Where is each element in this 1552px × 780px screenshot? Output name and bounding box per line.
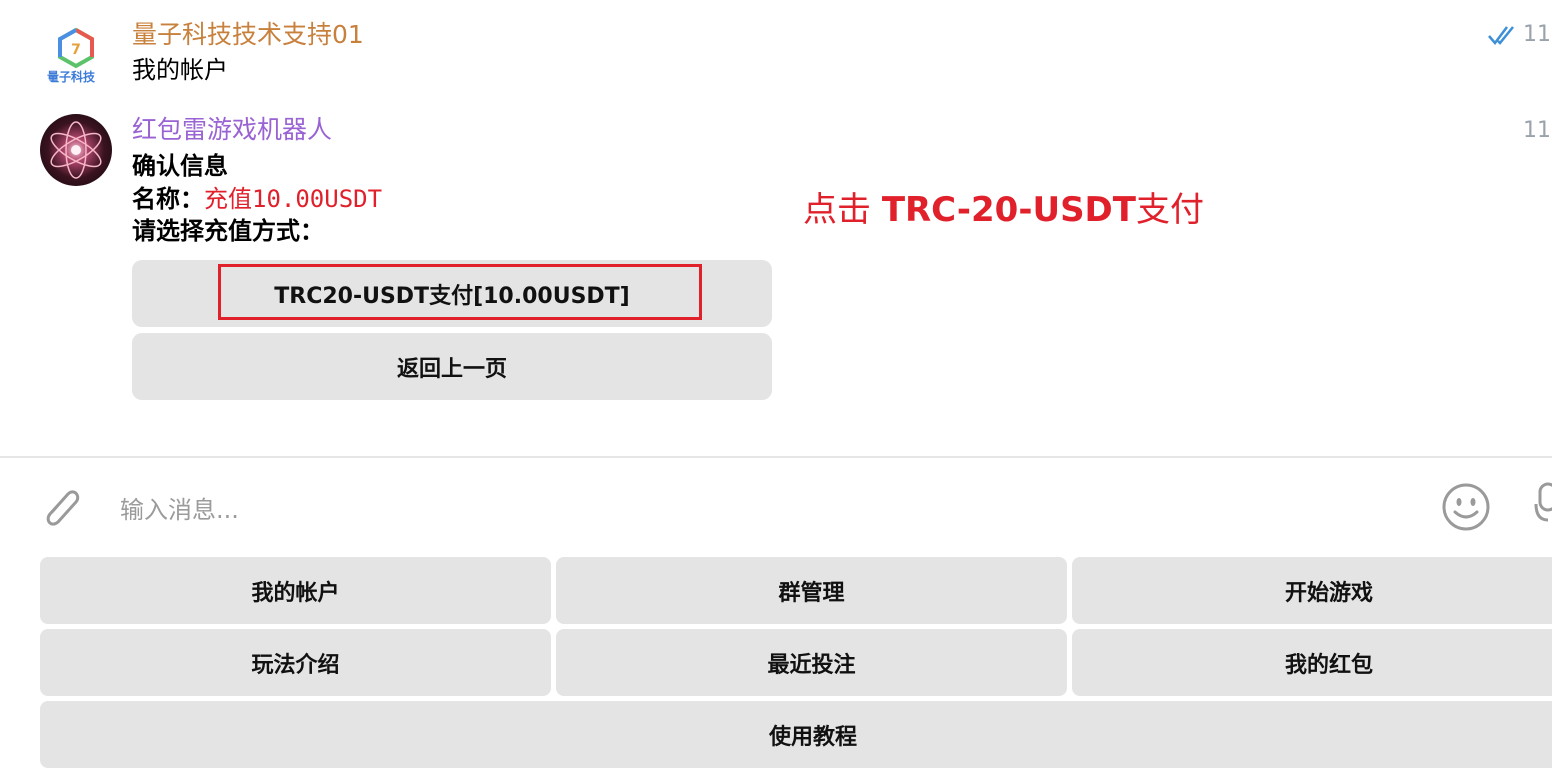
message-time: 11:	[1523, 118, 1552, 143]
highlight-box	[218, 264, 702, 320]
divider	[0, 456, 1552, 458]
message-input[interactable]: 输入消息...	[120, 490, 239, 525]
back-button[interactable]: 返回上一页	[132, 333, 772, 400]
annotation-bold: TRC-20-USDT	[881, 190, 1136, 230]
atom-icon	[50, 121, 102, 179]
emoji-icon[interactable]	[1441, 482, 1491, 536]
kb-group-manage[interactable]: 群管理	[556, 557, 1067, 624]
message-name-row: 名称：充值10.00USDT	[132, 184, 382, 214]
sender-name-support[interactable]: 量子科技技术支持01	[132, 20, 364, 50]
avatar-bot[interactable]	[40, 114, 112, 186]
message-title: 确认信息	[132, 152, 228, 180]
message-text: 我的帐户	[132, 56, 228, 84]
name-value: 充值10.00USDT	[204, 185, 383, 213]
message-time: 11:	[1523, 22, 1552, 47]
instruction-annotation: 点击 TRC-20-USDT支付	[803, 188, 1204, 232]
attach-icon[interactable]	[38, 482, 84, 536]
annotation-prefix: 点击	[803, 190, 882, 230]
annotation-suffix: 支付	[1135, 190, 1204, 230]
name-label: 名称：	[132, 185, 204, 213]
kb-recent-bets[interactable]: 最近投注	[556, 629, 1067, 696]
avatar-label: 量子科技	[47, 70, 96, 84]
message-prompt: 请选择充值方式：	[132, 217, 324, 245]
svg-text:7: 7	[71, 42, 81, 58]
kb-my-account[interactable]: 我的帐户	[40, 557, 551, 624]
kb-start-game[interactable]: 开始游戏	[1072, 557, 1552, 624]
double-check-icon	[1487, 24, 1519, 50]
kb-how-to-play[interactable]: 玩法介绍	[40, 629, 551, 696]
kb-my-red-packets[interactable]: 我的红包	[1072, 629, 1552, 696]
sender-name-bot[interactable]: 红包雷游戏机器人	[132, 115, 332, 145]
mic-icon[interactable]	[1534, 482, 1552, 528]
avatar-support[interactable]: 7 量子科技	[40, 20, 112, 92]
kb-tutorial[interactable]: 使用教程	[40, 701, 1552, 768]
